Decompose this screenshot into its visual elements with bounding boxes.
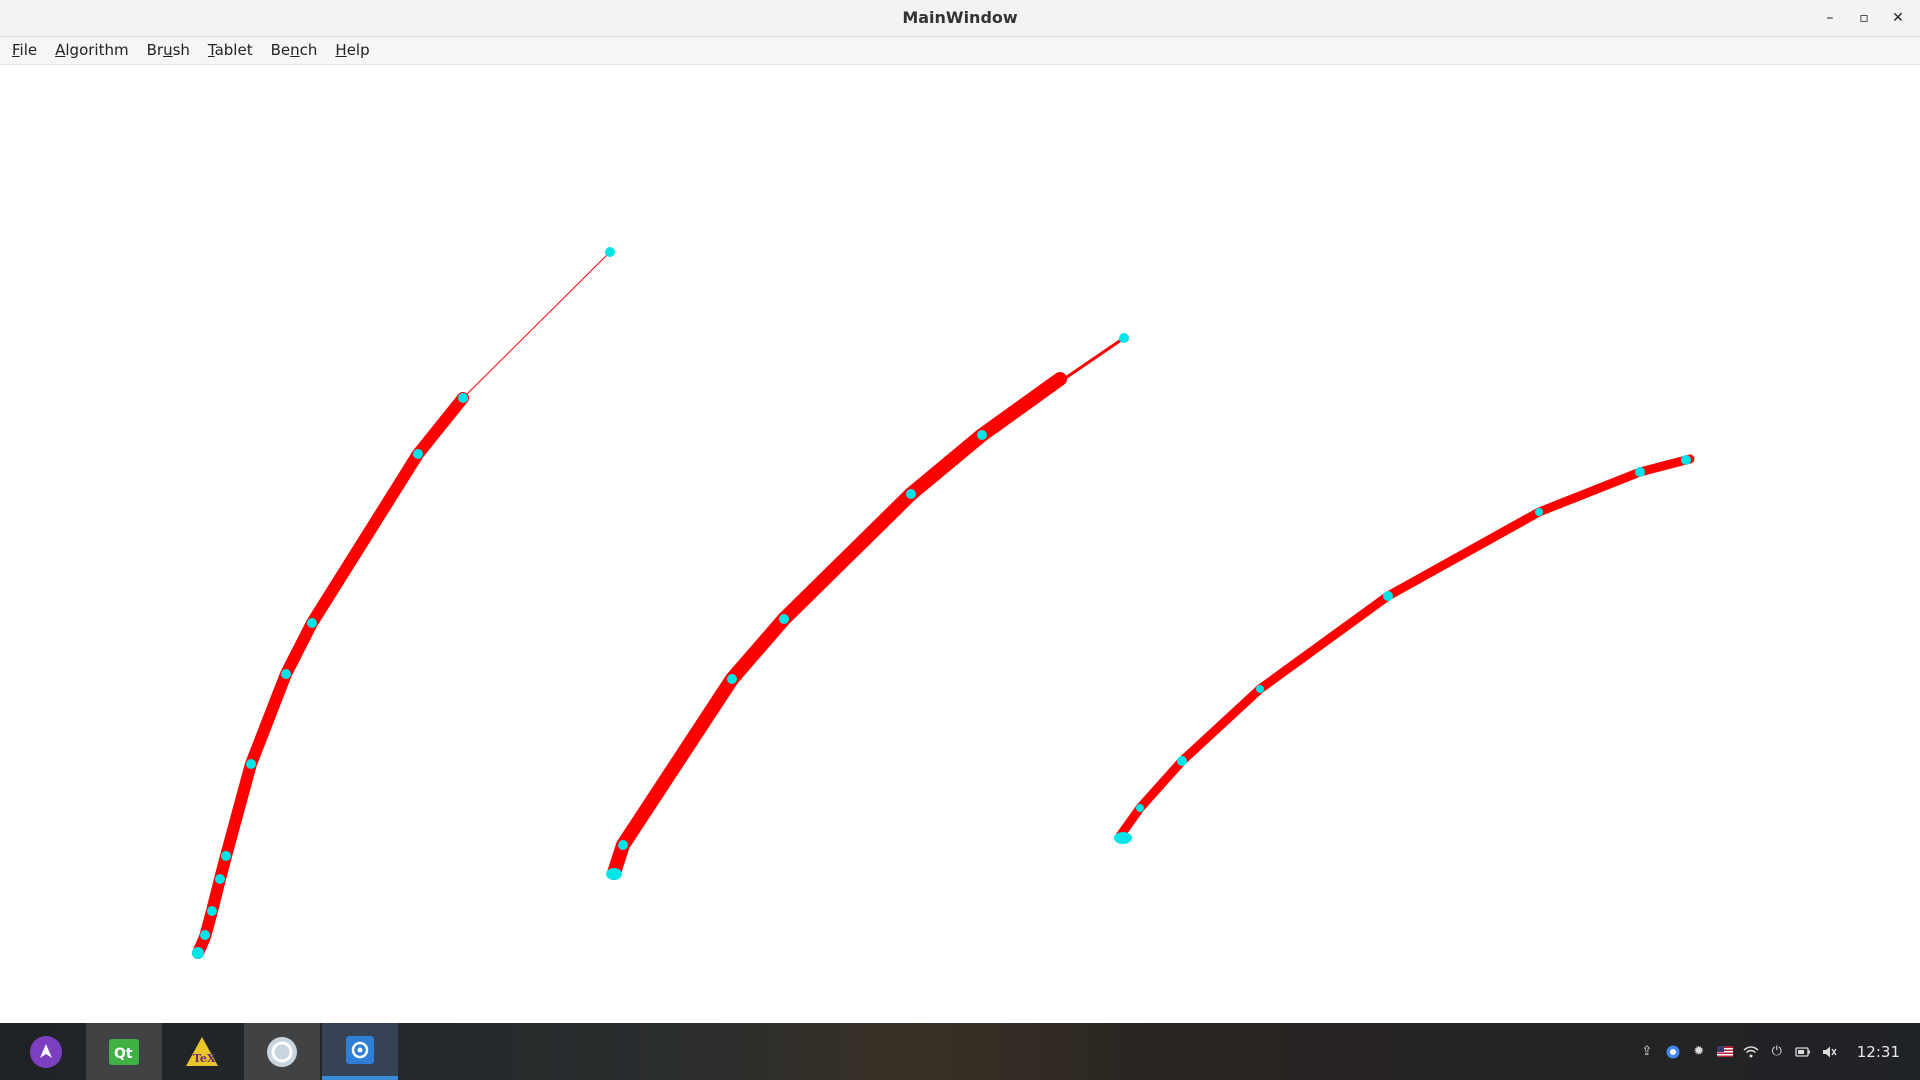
launcher-icon — [30, 1035, 62, 1068]
control-point[interactable] — [727, 674, 737, 684]
brush-stroke-2[interactable] — [606, 333, 1129, 880]
control-point[interactable] — [977, 430, 987, 440]
system-tray: ⇪ ✹ ⏻ 12:31 — [1639, 1023, 1920, 1080]
control-point[interactable] — [605, 247, 615, 257]
control-point[interactable] — [246, 759, 256, 769]
control-point[interactable] — [1635, 467, 1645, 477]
launcher-button[interactable] — [8, 1023, 84, 1080]
menu-bar: File Algorithm Brush Tablet Bench Help — [0, 37, 1920, 65]
stroke-2-outline — [612, 336, 1126, 875]
stroke-2-control-points — [606, 333, 1129, 880]
title-bar[interactable]: MainWindow – ▫ ✕ — [0, 0, 1920, 37]
control-point[interactable] — [200, 930, 210, 940]
texmaker-icon: TeX — [186, 1036, 218, 1066]
control-point[interactable] — [215, 874, 225, 884]
close-button[interactable]: ✕ — [1888, 8, 1908, 28]
control-point[interactable] — [606, 868, 622, 880]
qt-creator-button[interactable]: Qt — [86, 1023, 162, 1080]
stroke-1-body — [192, 392, 469, 959]
qt-app-icon — [346, 1035, 374, 1064]
control-point[interactable] — [221, 851, 231, 861]
control-point[interactable] — [1119, 333, 1129, 343]
menu-brush[interactable]: Brush — [138, 37, 199, 64]
menu-tablet[interactable]: Tablet — [199, 37, 262, 64]
qt-creator-icon: Qt — [109, 1038, 139, 1065]
control-point[interactable] — [281, 669, 291, 679]
menu-help[interactable]: Help — [326, 37, 378, 64]
battery-icon[interactable] — [1795, 1044, 1811, 1060]
stroke-1-tail — [462, 251, 611, 399]
window-controls: – ▫ ✕ — [1820, 0, 1908, 36]
minimize-button[interactable]: – — [1820, 8, 1840, 28]
clock[interactable]: 12:31 — [1857, 1043, 1900, 1061]
power-icon[interactable]: ⏻ — [1769, 1044, 1785, 1060]
control-point[interactable] — [1256, 685, 1264, 693]
control-point[interactable] — [1535, 508, 1543, 516]
maximize-button[interactable]: ▫ — [1854, 8, 1874, 28]
qt-app-button[interactable] — [322, 1023, 398, 1080]
flag-icon[interactable] — [1716, 1044, 1733, 1060]
stroke-1-control-points — [192, 247, 615, 959]
control-point[interactable] — [1177, 756, 1187, 766]
control-point[interactable] — [618, 840, 628, 850]
window-title: MainWindow — [902, 8, 1018, 27]
control-point[interactable] — [1383, 591, 1393, 601]
stroke-3-body — [1115, 454, 1695, 841]
svg-text:Qt: Qt — [114, 1046, 133, 1062]
drawing-canvas[interactable] — [0, 65, 1920, 1023]
control-point[interactable] — [779, 614, 789, 624]
control-point[interactable] — [207, 906, 217, 916]
main-window: MainWindow – ▫ ✕ File Algorithm Brush Ta… — [0, 0, 1920, 1023]
taskbar: Qt TeX ⇪ ✹ ⏻ 12:31 — [0, 1023, 1920, 1080]
menu-file[interactable]: File — [0, 37, 46, 64]
control-point[interactable] — [192, 947, 204, 959]
brush-stroke-1[interactable] — [192, 247, 615, 959]
control-point[interactable] — [458, 393, 468, 403]
circle-app-icon — [267, 1036, 297, 1067]
svg-text:TeX: TeX — [193, 1052, 216, 1065]
circle-app-button[interactable] — [244, 1023, 320, 1080]
usb-icon[interactable]: ⇪ — [1639, 1044, 1655, 1060]
brightness-icon[interactable]: ✹ — [1691, 1044, 1707, 1060]
volume-icon[interactable] — [1821, 1044, 1837, 1060]
menu-bench[interactable]: Bench — [262, 37, 327, 64]
control-point[interactable] — [307, 618, 317, 628]
control-point[interactable] — [1136, 804, 1144, 812]
stroke-2-body — [607, 372, 1067, 880]
canvas-svg[interactable] — [0, 65, 1920, 1023]
stroke-3-control-points — [1114, 455, 1691, 844]
control-point[interactable] — [1114, 832, 1132, 844]
texmaker-button[interactable]: TeX — [164, 1023, 240, 1080]
wifi-icon[interactable] — [1743, 1044, 1759, 1060]
brush-stroke-3[interactable] — [1114, 454, 1695, 844]
chrome-icon[interactable] — [1665, 1044, 1681, 1060]
control-point[interactable] — [413, 449, 423, 459]
control-point[interactable] — [1681, 455, 1691, 465]
control-point[interactable] — [906, 489, 916, 499]
menu-algorithm[interactable]: Algorithm — [46, 37, 137, 64]
